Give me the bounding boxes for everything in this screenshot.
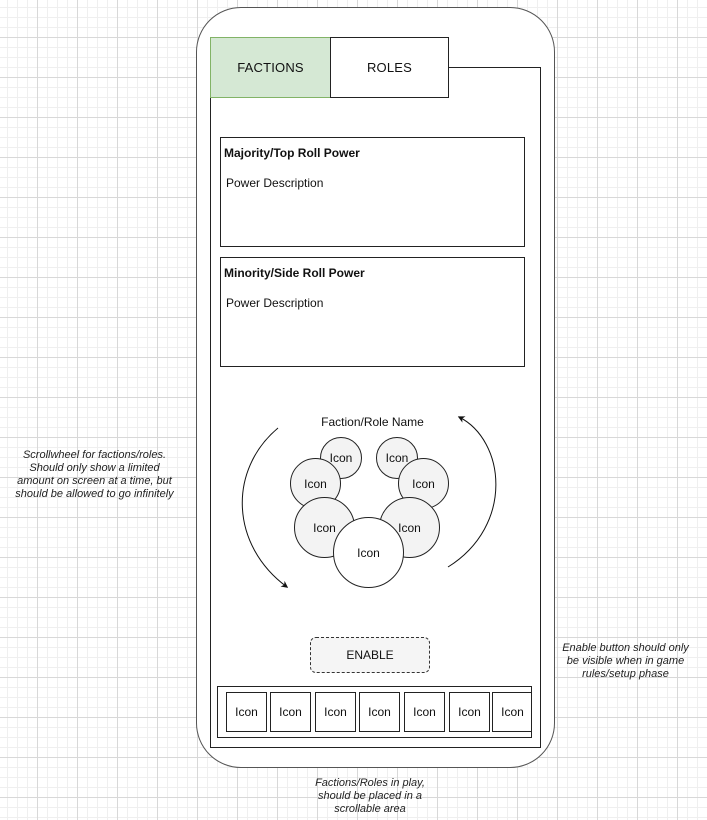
tray-icon[interactable]: Icon <box>315 692 356 732</box>
tray-icon[interactable]: Icon <box>226 692 267 732</box>
tray-icon[interactable]: Icon <box>404 692 445 732</box>
enable-note: Enable button should only be visible whe… <box>562 642 689 680</box>
tray-icon[interactable]: Icon <box>492 692 531 732</box>
enable-button[interactable]: ENABLE <box>310 637 430 673</box>
tray-note: Factions/Roles in play, should be placed… <box>315 777 425 815</box>
scroll-left-arrow <box>241 427 289 588</box>
scroll-right-arrow <box>447 416 497 568</box>
tray-icon[interactable]: Icon <box>359 692 400 732</box>
scrollwheel-note: Scrollwheel for factions/roles. Should o… <box>15 449 174 500</box>
wheel-icon-selected[interactable]: Icon <box>333 517 404 588</box>
faction-role-name: Faction/Role Name <box>321 415 424 429</box>
tray-icon[interactable]: Icon <box>449 692 490 732</box>
tray-icon[interactable]: Icon <box>270 692 311 732</box>
in-play-tray[interactable]: Icon Icon Icon Icon Icon Icon Icon <box>217 686 532 738</box>
